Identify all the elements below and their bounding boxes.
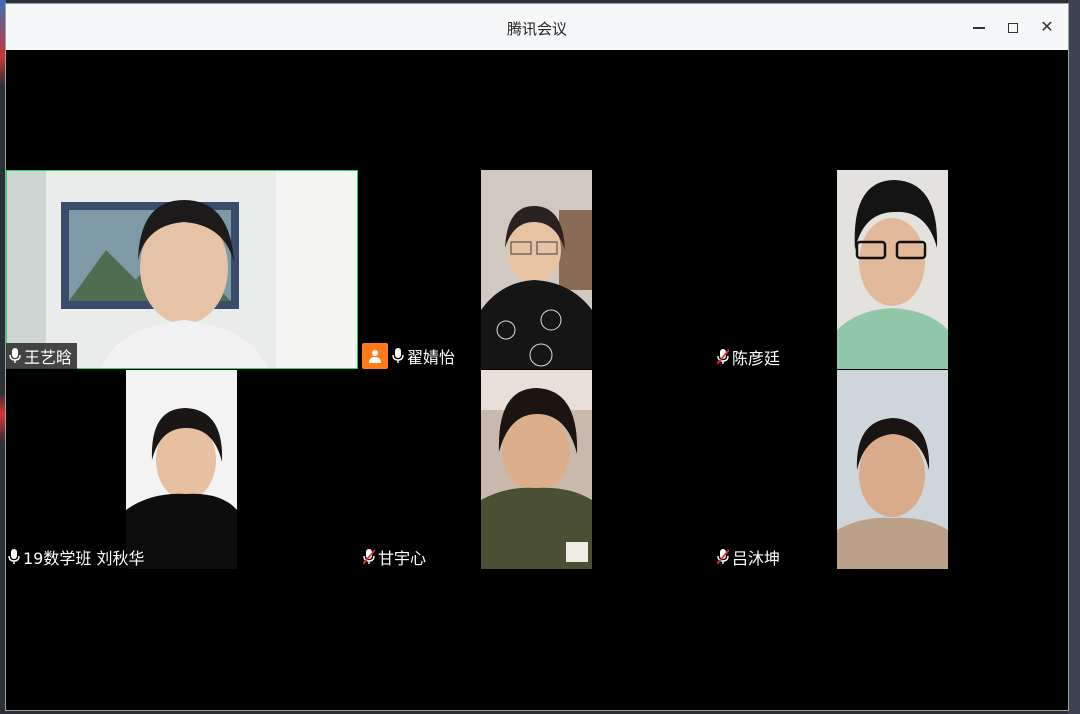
participant-tile[interactable]: 陈彦廷 [716, 170, 1068, 369]
close-button[interactable]: ✕ [1036, 16, 1058, 38]
participant-tile[interactable]: 19数学班 刘秋华 [6, 370, 358, 569]
meeting-window: 腾讯会议 ✕ 王艺晗 翟婧怡 陈彦廷 19数学班 刘秋华 甘宇心 吕沐坤 [5, 3, 1069, 711]
minimize-button[interactable] [968, 16, 990, 38]
host-icon [362, 343, 388, 369]
participant-name-label: 翟婧怡 [362, 343, 455, 369]
participant-name-label: 王艺晗 [6, 343, 78, 369]
participant-name-label: 19数学班 刘秋华 [8, 545, 144, 569]
participant-tile[interactable]: 王艺晗 [6, 170, 358, 369]
participant-tile[interactable]: 吕沐坤 [716, 370, 1068, 569]
participant-video [481, 370, 592, 569]
microphone-icon [392, 348, 404, 363]
maximize-button[interactable] [1002, 16, 1024, 38]
video-grid: 王艺晗 翟婧怡 陈彦廷 19数学班 刘秋华 甘宇心 吕沐坤 [6, 50, 1068, 710]
participant-tile[interactable]: 甘宇心 [361, 370, 717, 569]
minimize-icon [973, 26, 985, 29]
participant-name-label: 陈彦廷 [717, 345, 780, 369]
participant-video [837, 370, 948, 569]
participant-name-label: 吕沐坤 [717, 545, 780, 569]
participant-tile[interactable]: 翟婧怡 [361, 170, 717, 369]
participant-video [126, 370, 237, 569]
microphone-icon [9, 348, 21, 363]
microphone-muted-icon [717, 349, 729, 365]
maximize-icon [1008, 22, 1018, 33]
participant-video [6, 170, 358, 369]
close-icon: ✕ [1040, 17, 1054, 36]
participant-name-label: 甘宇心 [363, 545, 426, 569]
microphone-icon [8, 549, 20, 564]
window-title: 腾讯会议 [506, 20, 567, 38]
desktop-background-right [1068, 0, 1080, 714]
microphone-muted-icon [363, 549, 375, 565]
participant-video [481, 170, 592, 369]
microphone-muted-icon [717, 549, 729, 565]
participant-video [837, 170, 948, 369]
title-bar[interactable]: 腾讯会议 ✕ [6, 4, 1068, 51]
